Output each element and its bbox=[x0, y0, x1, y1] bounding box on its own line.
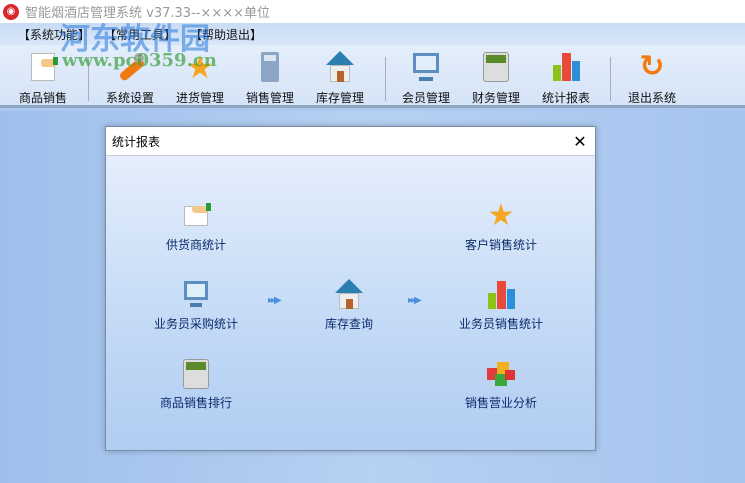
inventory-query-item[interactable]: 库存查询 bbox=[284, 279, 414, 332]
menu-bar: 【系统功能】 【常用工具】 【帮助退出】 bbox=[0, 23, 745, 45]
toolbar-purchase-button[interactable]: ★ 进货管理 bbox=[167, 51, 233, 106]
stats-report-dialog: 统计报表 ✕ 供货商统计 ★ 客户销售统计 业务员采购统计 ▸▸▶ 库存查询 ▸… bbox=[105, 126, 596, 451]
house-icon bbox=[333, 279, 365, 311]
toolbar-separator bbox=[88, 57, 89, 101]
toolbar-settings-button[interactable]: 系统设置 bbox=[97, 51, 163, 106]
arrow-icon: ▸▸▶ bbox=[408, 295, 422, 306]
item-label: 客户销售统计 bbox=[464, 238, 537, 252]
toolbar-label: 进货管理 bbox=[175, 91, 224, 105]
product-sales-ranking-item[interactable]: 商品销售排行 bbox=[131, 358, 261, 411]
title-bar: ◉ 智能烟酒店管理系统 v37.33--××××单位 bbox=[0, 0, 745, 23]
toolbar-member-button[interactable]: 会员管理 bbox=[393, 51, 459, 106]
toolbar-exit-button[interactable]: ↻ 退出系统 bbox=[619, 51, 685, 106]
window-title: 智能烟酒店管理系统 v37.33--××××单位 bbox=[25, 6, 270, 21]
wrench-icon bbox=[114, 51, 146, 83]
toolbar-separator bbox=[610, 57, 611, 101]
house-icon bbox=[324, 51, 356, 83]
cubes-icon bbox=[485, 358, 517, 390]
sales-paper-icon bbox=[27, 51, 59, 83]
toolbar-sales-button[interactable]: 商品销售 bbox=[10, 51, 76, 106]
app-logo-icon: ◉ bbox=[3, 3, 19, 20]
monitor-icon bbox=[410, 51, 442, 83]
star-icon: ★ bbox=[185, 48, 215, 86]
toolbar-label: 系统设置 bbox=[105, 91, 154, 105]
calculator-icon bbox=[480, 51, 512, 83]
toolbar-label: 库存管理 bbox=[315, 91, 364, 105]
calculator-icon bbox=[254, 51, 286, 83]
bar-chart-icon bbox=[485, 279, 517, 311]
star-icon: ★ bbox=[487, 198, 515, 233]
toolbar-report-button[interactable]: 统计报表 bbox=[533, 51, 599, 106]
item-label: 库存查询 bbox=[324, 317, 373, 331]
toolbar-separator bbox=[385, 57, 386, 101]
bar-chart-icon bbox=[550, 51, 582, 83]
salesman-sales-stats-item[interactable]: 业务员销售统计 bbox=[436, 279, 566, 332]
toolbar-label: 商品销售 bbox=[18, 91, 67, 105]
dialog-title: 统计报表 bbox=[112, 134, 161, 149]
toolbar-label: 退出系统 bbox=[627, 91, 676, 105]
close-button[interactable]: ✕ bbox=[565, 132, 595, 151]
monitor-icon bbox=[180, 279, 212, 311]
item-label: 销售营业分析 bbox=[464, 396, 537, 410]
dialog-header: 统计报表 ✕ bbox=[106, 127, 595, 156]
toolbar-sales-mgmt-button[interactable]: 销售管理 bbox=[237, 51, 303, 106]
supplier-stats-item[interactable]: 供货商统计 bbox=[131, 200, 261, 253]
item-label: 商品销售排行 bbox=[159, 396, 232, 410]
calculator-icon bbox=[180, 358, 212, 390]
toolbar-label: 销售管理 bbox=[245, 91, 294, 105]
menu-tools[interactable]: 【常用工具】 bbox=[104, 26, 176, 43]
item-label: 供货商统计 bbox=[165, 238, 226, 252]
toolbar-label: 统计报表 bbox=[541, 91, 590, 105]
item-label: 业务员销售统计 bbox=[458, 317, 543, 331]
refresh-exit-icon: ↻ bbox=[639, 49, 665, 84]
customer-sales-stats-item[interactable]: ★ 客户销售统计 bbox=[436, 200, 566, 253]
sales-business-analysis-item[interactable]: 销售营业分析 bbox=[436, 358, 566, 411]
toolbar-inventory-button[interactable]: 库存管理 bbox=[307, 51, 373, 106]
toolbar-label: 财务管理 bbox=[471, 91, 520, 105]
item-label: 业务员采购统计 bbox=[153, 317, 238, 331]
salesman-purchase-stats-item[interactable]: 业务员采购统计 bbox=[131, 279, 261, 332]
toolbar: 商品销售 系统设置 ★ 进货管理 销售管理 库存管理 会员管理 财务管理 统计报… bbox=[0, 45, 745, 108]
toolbar-label: 会员管理 bbox=[401, 91, 450, 105]
toolbar-finance-button[interactable]: 财务管理 bbox=[463, 51, 529, 106]
handshake-paper-icon bbox=[180, 200, 212, 232]
menu-help[interactable]: 【帮助退出】 bbox=[190, 26, 262, 43]
menu-system[interactable]: 【系统功能】 bbox=[18, 26, 90, 43]
